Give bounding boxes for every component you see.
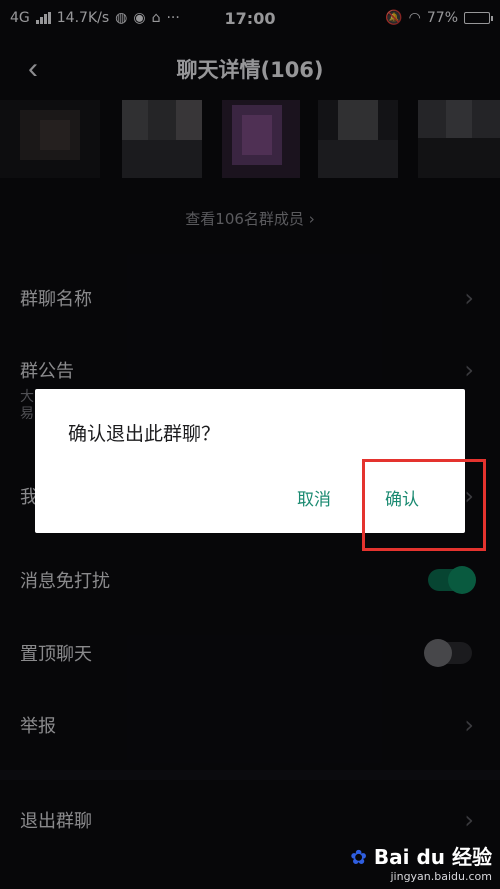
dialog-title: 确认退出此群聊？: [68, 423, 221, 445]
watermark-site: jingyan.baidu.com: [390, 870, 492, 883]
cancel-button[interactable]: 取消: [297, 485, 331, 510]
baidu-jingyan-watermark: ✿ Bai du 经验 jingyan.baidu.com: [350, 841, 492, 883]
watermark-logo-text: Bai du 经验: [373, 845, 492, 869]
highlight-annotation-box: [362, 459, 486, 551]
watermark-logo: ✿ Bai du 经验: [350, 841, 492, 870]
paw-icon: ✿: [350, 845, 367, 869]
